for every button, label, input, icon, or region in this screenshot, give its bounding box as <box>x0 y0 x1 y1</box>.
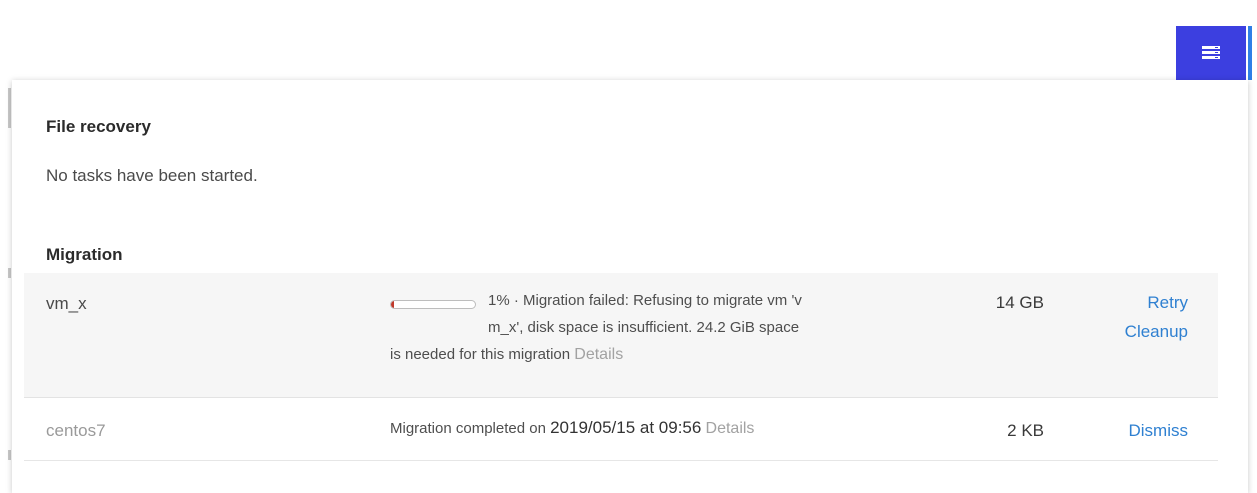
dismiss-button[interactable]: Dismiss <box>1129 421 1189 441</box>
tasks-menu-button[interactable] <box>1176 26 1246 80</box>
migration-task-row: vm_x 1% · Migration failed: Refusing to … <box>24 273 1218 398</box>
task-name: centos7 <box>46 421 106 440</box>
task-status: 1% · Migration failed: Refusing to migra… <box>390 287 890 368</box>
status-prefix: Migration completed on <box>390 420 546 437</box>
tasks-panel: File recovery No tasks have been started… <box>12 80 1248 493</box>
details-link[interactable]: Details <box>574 346 623 363</box>
file-recovery-empty-message: No tasks have been started. <box>46 166 258 185</box>
status-line: m_x', disk space is insufficient. 24.2 G… <box>488 319 800 336</box>
migration-task-row: centos7 Migration completed on 2019/05/1… <box>24 398 1218 461</box>
retry-button[interactable]: Retry <box>1147 293 1188 313</box>
completed-date: 2019/05/15 at 09:56 <box>550 418 702 437</box>
background-edge <box>8 450 11 460</box>
background-edge <box>8 268 11 278</box>
file-recovery-title: File recovery <box>46 117 151 136</box>
stage: File recovery No tasks have been started… <box>0 0 1257 493</box>
task-status: Migration completed on 2019/05/15 at 09:… <box>390 414 754 442</box>
background-edge <box>8 88 11 128</box>
status-line: 1% · Migration failed: Refusing to migra… <box>488 292 802 309</box>
accent-strip <box>1248 26 1252 80</box>
tasks-stack-icon <box>1201 46 1221 60</box>
task-name: vm_x <box>46 294 87 313</box>
status-line: is needed for this migration Details <box>390 341 890 368</box>
migration-title: Migration <box>46 245 123 264</box>
cleanup-button[interactable]: Cleanup <box>1125 322 1188 342</box>
task-size: 2 KB <box>1007 421 1044 440</box>
details-link[interactable]: Details <box>706 420 755 437</box>
task-size: 14 GB <box>995 293 1044 312</box>
status-line-text: is needed for this migration <box>390 346 571 363</box>
